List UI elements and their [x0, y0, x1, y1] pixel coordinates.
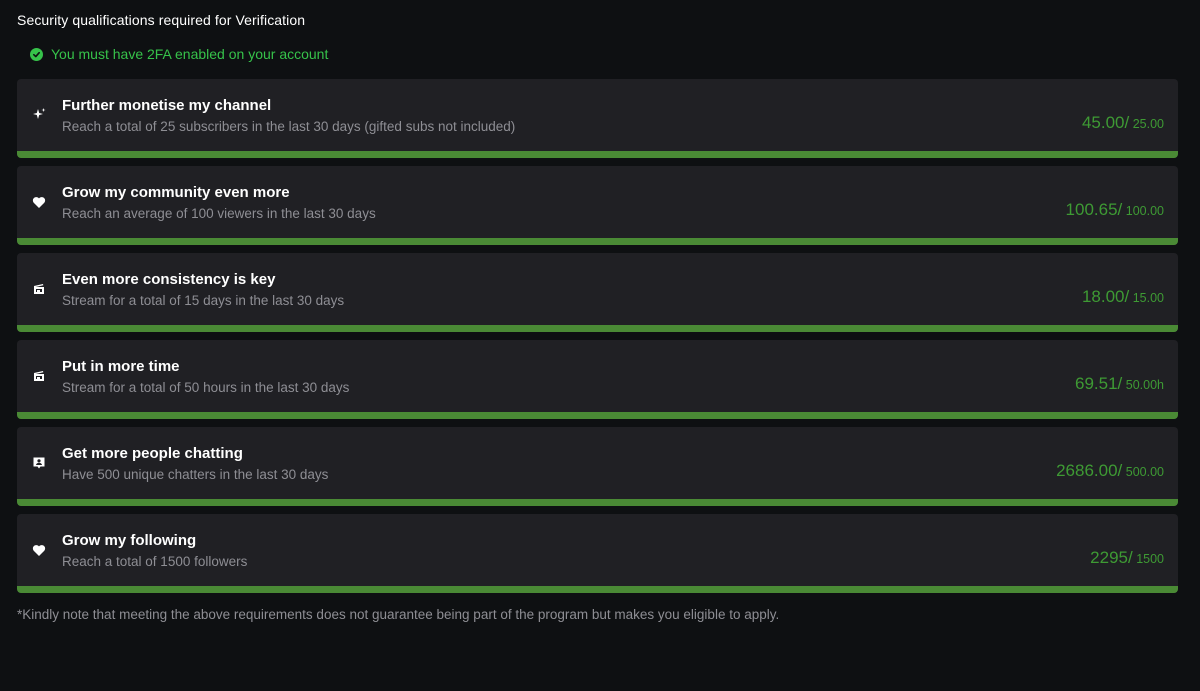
current-value: 2686.00/: [1056, 461, 1123, 480]
progress-bar: [17, 412, 1178, 419]
progress-bar: [17, 151, 1178, 158]
verification-panel: Security qualifications required for Ver…: [0, 0, 1200, 691]
twofa-label: You must have 2FA enabled on your accoun…: [51, 46, 329, 62]
progress-bar-fill: [17, 499, 1178, 506]
heart-icon: [30, 541, 48, 559]
requirement-progress-value: 2295/ 1500: [1090, 548, 1164, 568]
current-value: 100.65/: [1065, 200, 1123, 219]
requirement-title: Grow my following: [62, 532, 197, 549]
twofa-requirement: You must have 2FA enabled on your accoun…: [30, 46, 328, 62]
requirement-description: Have 500 unique chatters in the last 30 …: [62, 467, 329, 482]
requirement-title: Get more people chatting: [62, 445, 243, 462]
requirement-title: Put in more time: [62, 358, 180, 375]
current-value: 69.51/: [1075, 374, 1123, 393]
requirement-progress-value: 2686.00/ 500.00: [1056, 461, 1164, 481]
requirement-description: Reach an average of 100 viewers in the l…: [62, 206, 376, 221]
requirements-list: Further monetise my channel Reach a tota…: [17, 79, 1178, 601]
progress-bar: [17, 499, 1178, 506]
requirement-title: Grow my community even more: [62, 184, 290, 201]
current-value: 2295/: [1090, 548, 1133, 567]
requirement-card: Get more people chatting Have 500 unique…: [17, 427, 1178, 506]
progress-bar-fill: [17, 151, 1178, 158]
sparkle-icon: [30, 106, 48, 124]
required-value: 100.00: [1122, 204, 1164, 218]
current-value: 45.00/: [1081, 113, 1130, 132]
requirement-card: Even more consistency is key Stream for …: [17, 253, 1178, 332]
required-value: 1500: [1132, 552, 1164, 566]
check-circle-icon: [30, 47, 43, 61]
progress-bar-fill: [17, 238, 1178, 245]
required-value: 25.00: [1129, 117, 1164, 131]
requirement-title: Further monetise my channel: [62, 97, 272, 114]
requirement-description: Reach a total of 25 subscribers in the l…: [62, 119, 516, 134]
required-value: 500.00: [1122, 465, 1164, 479]
page-title: Security qualifications required for Ver…: [17, 12, 306, 28]
requirement-card: Grow my community even more Reach an ave…: [17, 166, 1178, 245]
requirement-title: Even more consistency is key: [62, 271, 276, 288]
chat-user-icon: [30, 454, 48, 472]
progress-bar-fill: [17, 586, 1178, 593]
progress-bar-fill: [17, 325, 1178, 332]
requirement-progress-value: 69.51/ 50.00h: [1075, 374, 1164, 394]
heart-icon: [30, 193, 48, 211]
current-value: 18.00/: [1081, 287, 1130, 306]
calendar-icon: [30, 367, 48, 385]
disclaimer-note: *Kindly note that meeting the above requ…: [17, 607, 780, 622]
requirement-description: Stream for a total of 50 hours in the la…: [62, 380, 350, 395]
requirement-description: Reach a total of 1500 followers: [62, 554, 248, 569]
required-value: 15.00: [1129, 291, 1164, 305]
requirement-card: Further monetise my channel Reach a tota…: [17, 79, 1178, 158]
progress-bar-fill: [17, 412, 1178, 419]
requirement-description: Stream for a total of 15 days in the las…: [62, 293, 345, 308]
requirement-progress-value: 45.00/ 25.00: [1082, 113, 1164, 133]
requirement-card: Put in more time Stream for a total of 5…: [17, 340, 1178, 419]
requirement-progress-value: 100.65/ 100.00: [1066, 200, 1164, 220]
progress-bar: [17, 325, 1178, 332]
required-value: 50.00h: [1122, 378, 1164, 392]
requirement-progress-value: 18.00/ 15.00: [1082, 287, 1164, 307]
progress-bar: [17, 586, 1178, 593]
requirement-card: Grow my following Reach a total of 1500 …: [17, 514, 1178, 593]
progress-bar: [17, 238, 1178, 245]
calendar-icon: [30, 280, 48, 298]
